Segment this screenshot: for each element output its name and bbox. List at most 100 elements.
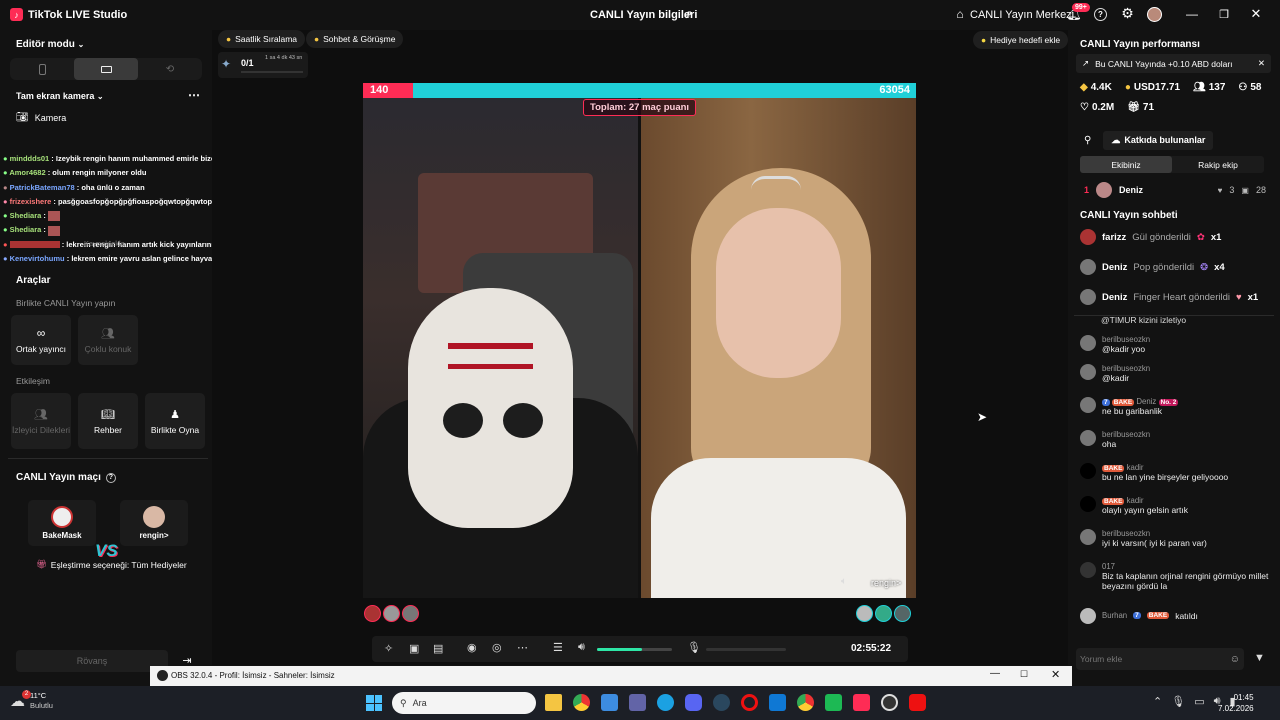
clock[interactable]: 01:45 7.02.2026	[1218, 692, 1254, 714]
comment-input[interactable]	[1080, 654, 1230, 664]
viewers-stat: 👥︎ 137	[1193, 82, 1225, 93]
editor-mode-dropdown[interactable]: Editör modu ⌄	[16, 39, 84, 50]
profile-avatar[interactable]	[1147, 7, 1162, 22]
chat-message[interactable]: 017 Biz ta kaplanın orjinal rengini görmü…	[1080, 561, 1270, 608]
home-icon[interactable]: ⌂	[953, 7, 967, 21]
chat-message[interactable]: berilbuseozkn iyi ki varsın( iyi ki paran…	[1080, 528, 1270, 562]
maximize-icon[interactable]: ❐	[1217, 7, 1231, 21]
tab-rival-team[interactable]: Rakip ekip	[1172, 156, 1264, 173]
discord-icon[interactable]	[685, 694, 702, 711]
rematch-button[interactable]: Rövanş	[16, 650, 168, 672]
windows-start-icon[interactable]	[366, 695, 382, 711]
steam-icon[interactable]	[713, 694, 730, 711]
youtube-icon[interactable]	[909, 694, 926, 711]
live-center-link[interactable]: CANLI Yayın Merkezi	[970, 9, 1074, 21]
supporter-avatar[interactable]	[364, 605, 381, 622]
supporter-avatar[interactable]	[383, 605, 400, 622]
chat-message[interactable]: 7 BAKE Deniz No. 2 ne bu garibanlik	[1080, 396, 1270, 430]
settings-gear-icon[interactable]: ⚙	[1120, 5, 1135, 21]
chrome-alt-icon[interactable]	[797, 694, 814, 711]
message-user-line: 7 BAKE Deniz No. 2	[1102, 397, 1179, 406]
chat-message[interactable]: berilbuseozkn @kadir yoo	[1080, 335, 1270, 364]
info-icon[interactable]: ?	[105, 472, 116, 483]
portrait-mode-icon[interactable]	[10, 58, 74, 80]
display-icon[interactable]: ▭	[1194, 695, 1204, 708]
tiktok-taskbar-icon[interactable]	[853, 694, 870, 711]
viewer-wishes-button[interactable]: 👥︎ İzleyici Dilekleri	[11, 393, 71, 449]
chat-text: olum rengin milyoner oldu	[52, 168, 147, 178]
camera-source-item[interactable]: 📷︎ Kamera	[16, 112, 66, 123]
comment-box[interactable]: ☺	[1076, 648, 1244, 670]
record-icon[interactable]: ◉	[467, 641, 477, 654]
close-notice-icon[interactable]: ✕	[1258, 58, 1265, 69]
chat-user: Shediara	[9, 211, 42, 221]
help-icon[interactable]: ?	[1094, 8, 1107, 21]
person-icon[interactable]: ⚲	[1084, 135, 1091, 146]
adjust-icon[interactable]: ☰	[553, 641, 563, 654]
chat-message[interactable]: berilbuseozkn oha	[1080, 429, 1270, 463]
microphone-icon[interactable]: 🎙︎	[687, 641, 701, 654]
obs-taskbar-icon[interactable]	[881, 694, 898, 711]
contributors-button[interactable]: ☁ Katkıda bulunanlar	[1103, 131, 1214, 150]
more-icon[interactable]: ⋯	[517, 641, 528, 654]
guide-button[interactable]: 📖︎ Rehber	[78, 393, 138, 449]
emoji-icon[interactable]: ☺	[1230, 654, 1240, 665]
mic-slider[interactable]	[706, 648, 786, 651]
scene-icon[interactable]: ▤	[433, 642, 443, 655]
obs-minimize-icon[interactable]: —	[990, 668, 1000, 679]
match-option[interactable]: 🎁︎ Eşleştirme seçeneği: Tüm Hediyeler	[36, 559, 187, 570]
edge-icon[interactable]	[657, 694, 674, 711]
landscape-mode-icon[interactable]	[74, 58, 138, 80]
magic-wand-icon[interactable]: ✧	[384, 642, 393, 655]
contributor-row[interactable]: 1 Deniz ♥ 3 ▣ 28	[1084, 182, 1266, 198]
opera-icon[interactable]	[741, 694, 758, 711]
filter-icon[interactable]: ▼	[1254, 652, 1265, 664]
taskbar-search[interactable]: ⚲ Ara	[392, 692, 536, 714]
tab-your-team[interactable]: Ekibiniz	[1080, 156, 1172, 173]
obs-close-icon[interactable]: ✕	[1051, 668, 1060, 681]
speaker-icon[interactable]: 🔈︎	[841, 576, 847, 587]
player1-card[interactable]: BakeMask	[28, 500, 96, 546]
photos-icon[interactable]	[601, 694, 618, 711]
microphone-tray-icon[interactable]: 🎙︎	[1171, 695, 1185, 708]
fan-badge: BAKE	[1102, 497, 1125, 505]
chat-message[interactable]: BAKE kadir olaylı yayın gelsin artık	[1080, 495, 1270, 529]
user-avatar	[1080, 429, 1096, 446]
supporter-avatar[interactable]	[875, 605, 892, 622]
play-together-button[interactable]: ♟︎ Birlikte Oyna	[145, 393, 205, 449]
chat-user: PatrickBateman78	[9, 182, 75, 192]
coin-icon: ●	[314, 34, 320, 44]
opponent-label[interactable]: rengin>	[871, 578, 901, 588]
camera-switch-icon[interactable]: ◎	[492, 641, 502, 654]
obs-maximize-icon[interactable]: ☐	[1020, 669, 1028, 680]
minimize-icon[interactable]: —	[1185, 7, 1199, 21]
layout-icon[interactable]: ▣	[409, 642, 419, 655]
chat-call-pill[interactable]: ● Sohbet & Görüşme	[306, 30, 404, 48]
volume-icon[interactable]: 🔊︎	[578, 641, 585, 654]
mail-icon[interactable]	[769, 694, 786, 711]
chrome-icon[interactable]	[573, 694, 590, 711]
teams-icon[interactable]	[629, 694, 646, 711]
hourly-ranking-pill[interactable]: ● Saatlik Sıralama	[218, 30, 306, 48]
player2-card[interactable]: rengin>	[120, 500, 188, 546]
supporter-avatar[interactable]	[894, 605, 911, 622]
file-explorer-icon[interactable]	[545, 694, 562, 711]
rotate-mode-icon[interactable]: ⟲	[138, 58, 202, 80]
tray-chevron-icon[interactable]: ⌃	[1153, 695, 1162, 708]
weather-widget[interactable]: ☁ 11°C Bulutlu	[10, 691, 53, 711]
supporter-avatar[interactable]	[402, 605, 419, 622]
join-message[interactable]: Burhan 7 BAKE katıldı	[1080, 607, 1270, 624]
chat-message[interactable]: BAKE kadir bu ne lan yine birşeyler geliy…	[1080, 462, 1270, 496]
game-icon[interactable]	[825, 694, 842, 711]
camera-section-dropdown[interactable]: Tam ekran kamera ⌄	[16, 91, 104, 101]
gift-goal-button[interactable]: ● Hediye hedefi ekle	[973, 31, 1069, 49]
co-host-button[interactable]: ∞ Ortak yayıncı	[11, 315, 71, 365]
more-options-icon[interactable]: ⋯	[188, 88, 200, 102]
chat-message[interactable]: berilbuseozkn @kadir	[1080, 363, 1270, 397]
goal-progress-bar	[241, 71, 303, 73]
multi-guest-button[interactable]: 👥︎ Çoklu konuk	[78, 315, 138, 365]
supporter-avatar[interactable]	[856, 605, 873, 622]
close-icon[interactable]: ✕	[1249, 6, 1263, 21]
share-icon[interactable]: ⇗	[681, 7, 695, 21]
volume-slider[interactable]	[597, 648, 672, 651]
